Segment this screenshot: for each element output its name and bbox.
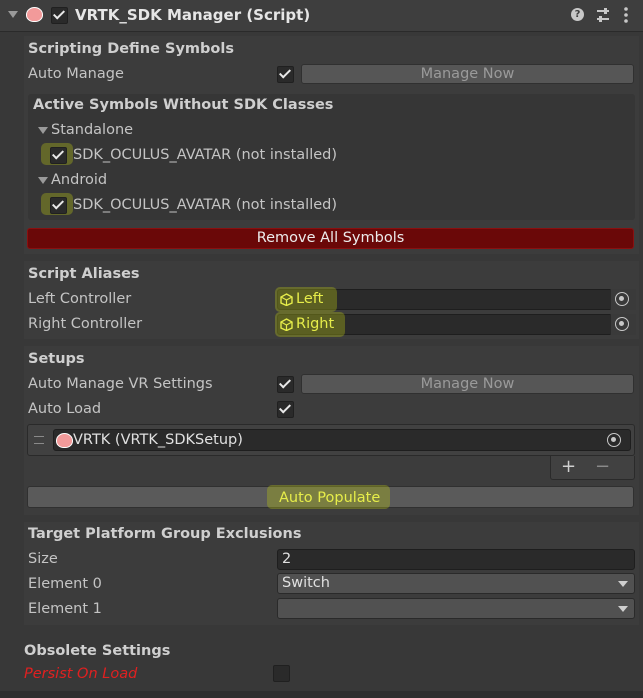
element-1-label: Element 1 bbox=[28, 601, 102, 617]
context-menu-icon[interactable] bbox=[624, 7, 628, 23]
cube-icon bbox=[280, 293, 293, 310]
script-icon bbox=[26, 7, 43, 22]
element-1-dropdown[interactable] bbox=[277, 598, 635, 619]
standalone-symbol-checkbox[interactable] bbox=[50, 147, 67, 164]
android-symbol-label: SDK_OCULUS_AVATAR (not installed) bbox=[73, 197, 338, 213]
right-controller-label: Right Controller bbox=[28, 316, 143, 332]
auto-load-checkbox[interactable] bbox=[277, 401, 294, 418]
bottom-divider bbox=[0, 691, 643, 698]
object-picker-icon[interactable] bbox=[615, 292, 629, 306]
persist-on-load-label: Persist On Load bbox=[24, 666, 138, 682]
object-picker-icon[interactable] bbox=[607, 433, 621, 447]
vrtk-setup-icon bbox=[56, 433, 73, 448]
obsolete-title: Obsolete Settings bbox=[24, 643, 171, 659]
element-0-label: Element 0 bbox=[28, 576, 102, 592]
section-title: Target Platform Group Exclusions bbox=[28, 526, 302, 542]
component-title: VRTK_SDK Manager (Script) bbox=[75, 6, 311, 24]
element-0-value: Switch bbox=[282, 575, 330, 591]
remove-item-button[interactable]: − bbox=[595, 456, 610, 477]
object-picker-icon[interactable] bbox=[615, 317, 629, 331]
section-title: Scripting Define Symbols bbox=[28, 41, 234, 57]
setup-list-item-value: VRTK (VRTK_SDKSetup) bbox=[73, 432, 243, 448]
manage-now-button[interactable]: Manage Now bbox=[301, 64, 634, 84]
add-item-button[interactable]: + bbox=[561, 456, 576, 477]
group-standalone-label[interactable]: Standalone bbox=[51, 122, 133, 138]
auto-manage-vr-label: Auto Manage VR Settings bbox=[28, 376, 213, 392]
size-field[interactable] bbox=[277, 549, 635, 570]
auto-load-label: Auto Load bbox=[28, 401, 102, 417]
size-value: 2 bbox=[282, 551, 292, 567]
auto-manage-checkbox[interactable] bbox=[277, 66, 294, 83]
standalone-symbol-label: SDK_OCULUS_AVATAR (not installed) bbox=[73, 147, 338, 163]
manage-now-button[interactable]: Manage Now bbox=[301, 374, 634, 394]
persist-on-load-checkbox[interactable] bbox=[273, 665, 290, 682]
android-foldout-icon[interactable] bbox=[38, 177, 48, 184]
component-enabled-checkbox[interactable] bbox=[51, 7, 68, 24]
cube-icon bbox=[280, 318, 293, 335]
chevron-down-icon bbox=[618, 581, 628, 587]
auto-manage-label: Auto Manage bbox=[28, 66, 124, 82]
section-title: Setups bbox=[28, 351, 85, 367]
auto-manage-vr-checkbox[interactable] bbox=[277, 376, 294, 393]
remove-all-symbols-button[interactable]: Remove All Symbols bbox=[27, 228, 634, 249]
active-symbols-title: Active Symbols Without SDK Classes bbox=[33, 97, 334, 113]
right-controller-value: Right bbox=[296, 316, 335, 332]
component-header: VRTK_SDK Manager (Script) ? bbox=[0, 0, 643, 32]
chevron-down-icon bbox=[618, 606, 628, 612]
presets-icon[interactable] bbox=[596, 8, 610, 22]
standalone-foldout-icon[interactable] bbox=[38, 127, 48, 134]
auto-populate-label: Auto Populate bbox=[279, 490, 381, 506]
foldout-arrow-icon[interactable] bbox=[8, 11, 18, 18]
section-title: Script Aliases bbox=[28, 266, 140, 282]
left-controller-label: Left Controller bbox=[28, 291, 132, 307]
android-symbol-checkbox[interactable] bbox=[50, 197, 67, 214]
help-icon[interactable]: ? bbox=[571, 8, 584, 21]
group-android-label[interactable]: Android bbox=[51, 172, 107, 188]
size-label: Size bbox=[28, 551, 58, 567]
drag-handle-icon[interactable] bbox=[34, 436, 44, 444]
element-0-dropdown[interactable] bbox=[277, 573, 635, 594]
left-controller-value: Left bbox=[296, 291, 324, 307]
